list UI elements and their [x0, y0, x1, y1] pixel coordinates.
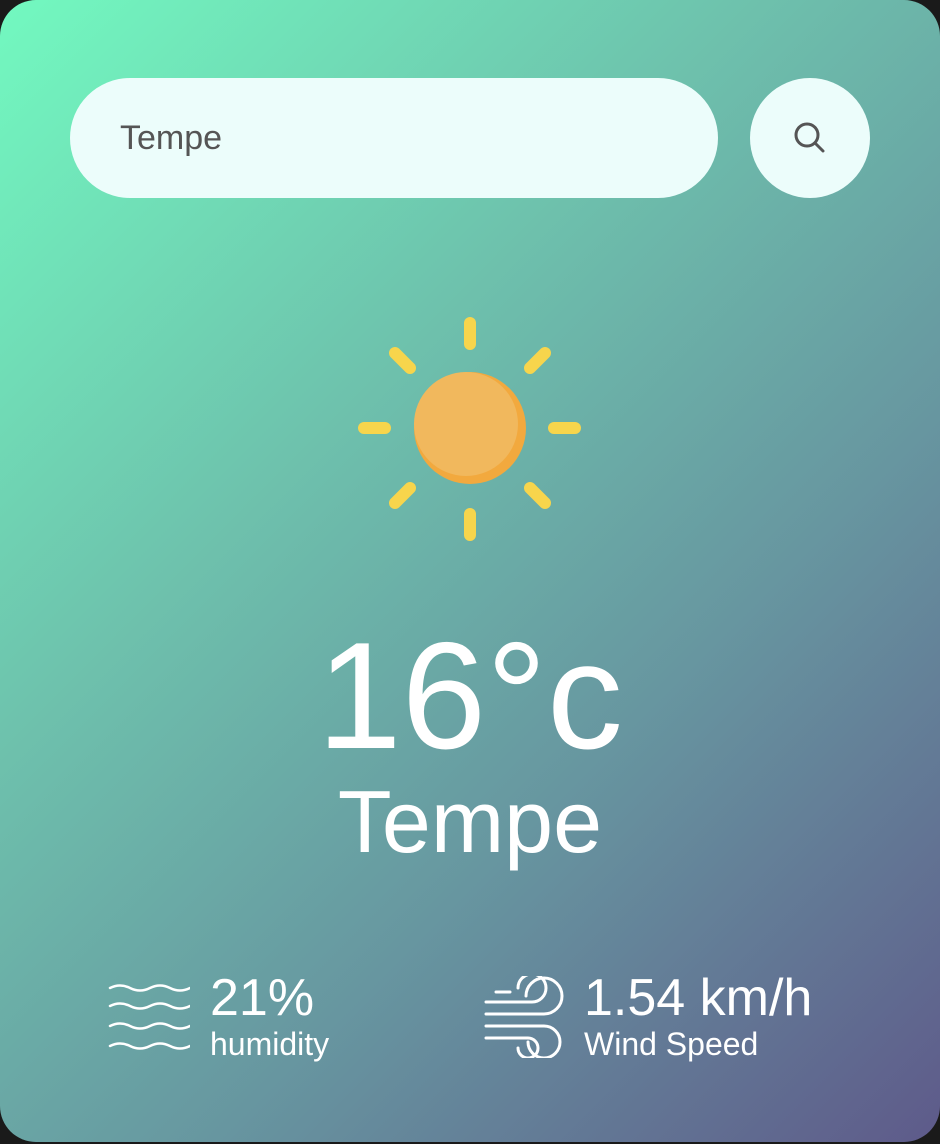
search-input[interactable]: [70, 78, 718, 198]
search-button[interactable]: [750, 78, 870, 198]
wind-speed-value: 1.54 km/h: [584, 969, 813, 1027]
humidity-waves-icon: [108, 984, 190, 1050]
sun-icon: [358, 317, 581, 541]
humidity-label: humidity: [210, 1026, 330, 1062]
search-icon: [794, 122, 825, 153]
humidity-value: 21%: [210, 969, 315, 1027]
wind-speed-label: Wind Speed: [584, 1026, 759, 1062]
city-name: Tempe: [337, 772, 603, 871]
weather-card: 16°c Tempe 21% humidity 1.54 km/h Wind S…: [0, 0, 940, 1142]
wind-icon: [484, 976, 564, 1058]
temperature: 16°c: [317, 611, 623, 781]
